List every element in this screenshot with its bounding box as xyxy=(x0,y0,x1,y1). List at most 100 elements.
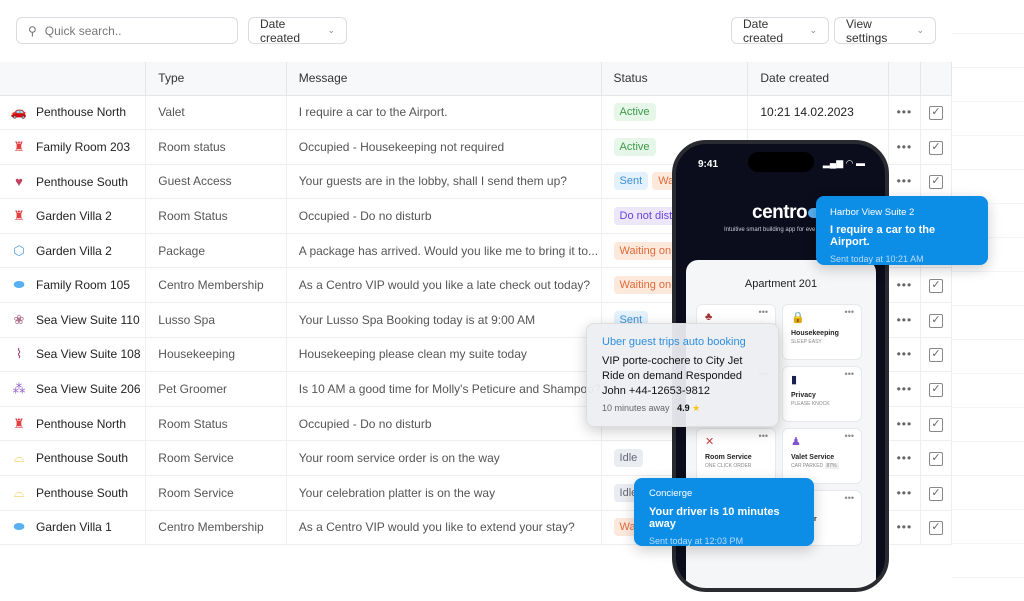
row-checkbox[interactable]: ✓ xyxy=(920,475,953,511)
more-options-icon[interactable]: ••• xyxy=(888,95,921,131)
lotus-icon: ❀ xyxy=(13,311,25,327)
checkbox-check-icon: ✓ xyxy=(928,140,943,155)
room-cell: ⌇ Sea View Suite 108 xyxy=(0,337,147,373)
room-name: Family Room 203 xyxy=(36,139,131,154)
status-cell: Active xyxy=(601,95,749,131)
dynamic-island xyxy=(748,152,814,172)
message-cell: A package has arrived. Would you like me… xyxy=(286,233,602,269)
column-header-message[interactable]: Message xyxy=(286,62,602,96)
room-name: Penthouse North xyxy=(36,416,127,431)
room-cell: 🚗 Penthouse North xyxy=(0,95,147,131)
status-badge: Active xyxy=(613,137,656,156)
table-row[interactable]: 🚗 Penthouse North Valet I require a car t… xyxy=(0,95,953,131)
view-settings-button[interactable]: View settings ⌄ xyxy=(834,17,936,45)
room-cell: ⬬ Garden Villa 1 xyxy=(0,510,147,546)
room-name: Penthouse South xyxy=(36,451,129,466)
more-options-icon[interactable]: ••• xyxy=(888,267,921,304)
package-icon: ⬡ xyxy=(13,242,25,258)
chevron-down-icon: ⌄ xyxy=(916,25,924,35)
checkbox-check-icon: ✓ xyxy=(928,348,943,363)
centro-logo: centro xyxy=(752,202,827,224)
row-checkbox[interactable]: ✓ xyxy=(920,510,953,546)
room-name: Penthouse South xyxy=(36,174,129,189)
more-options-icon[interactable]: ••• xyxy=(888,164,921,200)
message-cell: Is 10 AM a good time for Molly's Peticur… xyxy=(286,371,602,407)
column-header-type[interactable]: Type xyxy=(145,62,287,96)
tile-subtitle: SLEEP EASY xyxy=(791,339,822,345)
more-options-icon[interactable]: ••• xyxy=(888,337,921,373)
checkbox-check-icon: ✓ xyxy=(928,521,943,536)
service-tile[interactable]: ••• 🔒 Housekeeping SLEEP EASY xyxy=(782,304,862,360)
type-cell: Room status xyxy=(145,129,287,165)
service-tile[interactable]: ••• ✕ Room Service ONE CLICK ORDER xyxy=(696,428,776,484)
room-name: Penthouse North xyxy=(36,105,127,120)
more-options-icon[interactable]: ••• xyxy=(888,406,921,442)
more-options-icon[interactable]: ••• xyxy=(845,493,854,503)
date-cell: 10:21 14.02.2023 xyxy=(747,95,889,131)
more-options-icon[interactable]: ••• xyxy=(845,369,854,379)
column-header-date[interactable]: Date created xyxy=(747,62,889,96)
row-checkbox[interactable]: ✓ xyxy=(920,371,953,407)
more-options-icon[interactable]: ••• xyxy=(888,510,921,546)
column-header-actions xyxy=(888,62,921,96)
row-checkbox[interactable]: ✓ xyxy=(920,302,953,338)
more-options-icon[interactable]: ••• xyxy=(888,129,921,165)
tile-title: Room Service xyxy=(705,454,752,461)
more-options-icon[interactable]: ••• xyxy=(845,307,854,317)
paw-icon: ⁂ xyxy=(12,381,26,397)
message-cell: Your room service order is on the way xyxy=(286,440,602,477)
more-options-icon[interactable]: ••• xyxy=(888,371,921,407)
column-header-name[interactable] xyxy=(0,62,147,96)
more-options-icon[interactable]: ••• xyxy=(888,475,921,511)
tile-subtitle: CAR PARKED xyxy=(791,463,824,469)
service-tile[interactable]: ••• ♟ Valet Service CAR PARKED 87% xyxy=(782,428,862,484)
room-cell: ♜ Garden Villa 2 xyxy=(0,198,147,234)
tile-title: Privacy xyxy=(791,392,816,399)
row-checkbox[interactable]: ✓ xyxy=(920,406,953,442)
row-checkbox[interactable]: ✓ xyxy=(920,129,953,165)
search-input[interactable]: ⚲ Quick search.. xyxy=(16,17,238,44)
phone-time: 9:41 xyxy=(698,159,719,170)
trip-line: VIP porte-cochere to City Jet xyxy=(602,355,743,367)
service-tile[interactable]: ••• ▮ Privacy PLEASE KNOCK xyxy=(782,366,862,422)
driver-contact: John +44-12653-9812 xyxy=(602,385,710,397)
date-created-filter-right[interactable]: Date created ⌄ xyxy=(731,17,829,45)
row-checkbox[interactable]: ✓ xyxy=(920,337,953,373)
more-options-icon[interactable]: ••• xyxy=(759,431,768,441)
room-name: Garden Villa 1 xyxy=(36,520,112,535)
type-cell: Room Status xyxy=(145,406,287,442)
more-options-icon[interactable]: ••• xyxy=(845,431,854,441)
tile-badge: 87% xyxy=(824,463,839,469)
notification-concierge[interactable]: Concierge Your driver is 10 minutes away… xyxy=(634,478,814,546)
tile-subtitle: ONE CLICK ORDER xyxy=(705,463,752,469)
eta: 10 minutes away xyxy=(602,403,670,413)
type-cell: Package xyxy=(145,233,287,269)
more-options-icon[interactable]: ••• xyxy=(888,440,921,477)
row-checkbox[interactable]: ✓ xyxy=(920,95,953,131)
notification-harbor[interactable]: Harbor View Suite 2 I require a car to t… xyxy=(816,196,988,265)
notification-title: Harbor View Suite 2 xyxy=(830,207,915,218)
bellhop-icon: ♜ xyxy=(13,138,25,154)
column-header-status[interactable]: Status xyxy=(601,62,749,96)
status-badge: Active xyxy=(613,103,656,122)
checkbox-check-icon: ✓ xyxy=(928,417,943,432)
status-badge: Idle xyxy=(613,449,644,468)
row-checkbox[interactable]: ✓ xyxy=(920,267,953,304)
row-checkbox[interactable]: ✓ xyxy=(920,440,953,477)
row-checkbox[interactable]: ✓ xyxy=(920,164,953,200)
message-cell: I require a car to the Airport. xyxy=(286,95,602,131)
message-cell: Occupied - Do no disturb xyxy=(286,198,602,234)
room-cell: ⁂ Sea View Suite 206 xyxy=(0,371,147,407)
date-created-filter-left[interactable]: Date created ⌄ xyxy=(248,17,347,45)
more-options-icon[interactable]: ••• xyxy=(888,302,921,338)
notification-uber[interactable]: Uber guest trips auto booking VIP porte-… xyxy=(586,323,779,427)
room-cell: ❀ Sea View Suite 110 xyxy=(0,302,147,338)
room-name: Sea View Suite 110 xyxy=(36,312,140,327)
type-cell: Valet xyxy=(145,95,287,131)
room-cell: ♜ Family Room 203 xyxy=(0,129,147,165)
bellhop-icon: ♜ xyxy=(13,208,25,224)
more-options-icon[interactable]: ••• xyxy=(759,307,768,317)
centro-toggle-icon: ⬬ xyxy=(13,277,25,293)
column-header-select xyxy=(920,62,953,96)
centro-toggle-icon: ⬬ xyxy=(13,519,25,535)
